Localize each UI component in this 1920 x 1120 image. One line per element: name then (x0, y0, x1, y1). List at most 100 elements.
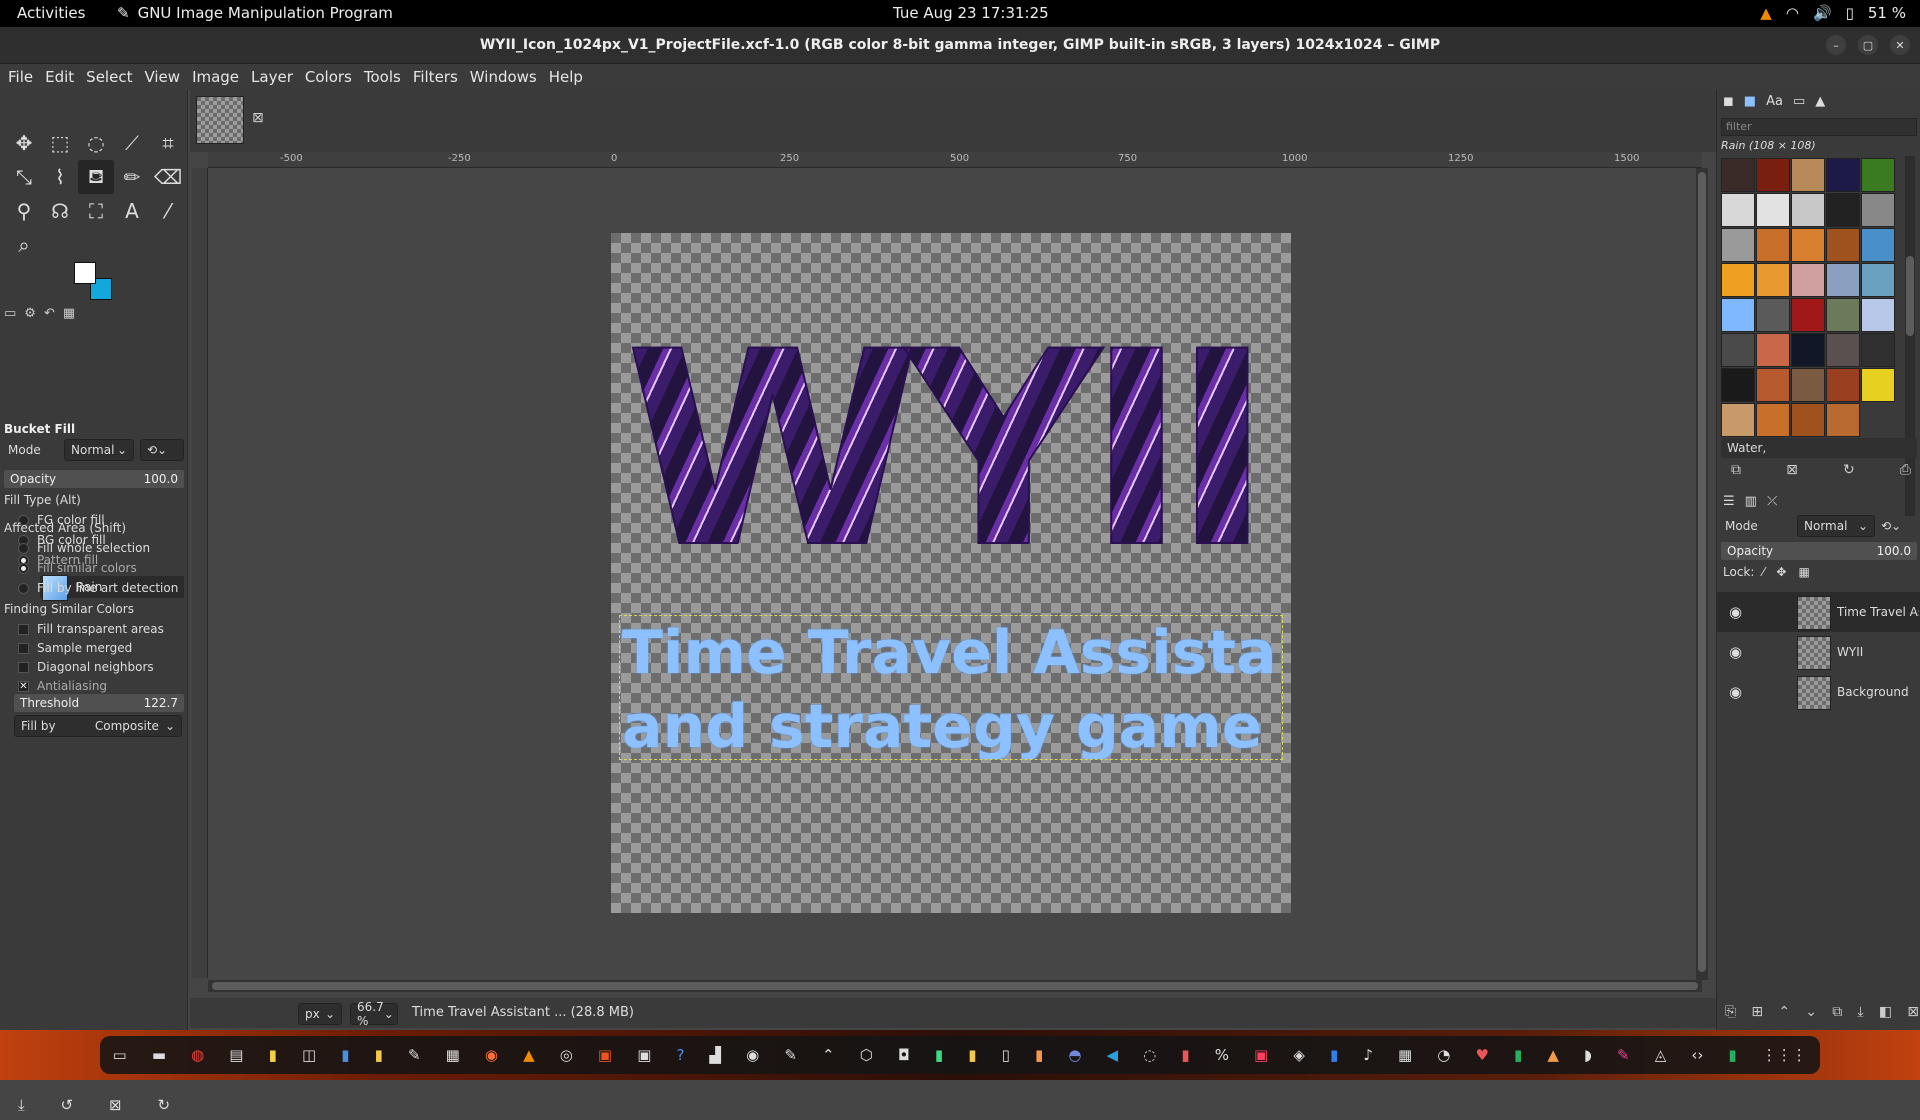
scale-tool-icon[interactable]: ⤡ (6, 160, 42, 194)
camera-icon[interactable]: ◉ (746, 1046, 759, 1064)
brushes-tab-icon[interactable]: ◼ (1723, 94, 1734, 109)
vlc-icon[interactable]: ▲ (523, 1046, 535, 1064)
brush-app-icon[interactable]: ✎ (1617, 1046, 1630, 1064)
pattern-swatch[interactable] (1826, 298, 1860, 332)
settings-icon[interactable]: ▣ (637, 1046, 651, 1064)
menu-filters[interactable]: Filters (413, 68, 458, 86)
layer-row[interactable]: ◉ Time Travel As (1717, 592, 1920, 632)
lower-layer-icon[interactable]: ⌄ (1805, 1004, 1817, 1020)
zoom-tool-icon[interactable]: ⌕ (6, 228, 42, 262)
steam-icon[interactable]: ◌ (1143, 1046, 1156, 1064)
pattern-swatch[interactable] (1861, 298, 1895, 332)
firefox-icon[interactable]: ◉ (485, 1046, 498, 1064)
pattern-swatch[interactable] (1826, 193, 1860, 227)
fill-by-dropdown[interactable]: Fill by Composite ⌄ (14, 715, 182, 737)
pattern-swatch[interactable] (1756, 368, 1790, 402)
undo-history-tab-icon[interactable]: ↶ (44, 306, 55, 326)
sample-merged-checkbox[interactable]: Sample merged (4, 638, 184, 658)
pattern-tag-dropdown[interactable]: Water, (1721, 438, 1917, 458)
rect-select-tool-icon[interactable]: ⬚ (42, 126, 78, 160)
calculator-icon[interactable]: ▦ (446, 1046, 460, 1064)
clock-app-icon[interactable]: ◔ (1437, 1046, 1450, 1064)
patterns-tab-icon[interactable]: ■ (1744, 94, 1756, 109)
smudge-tool-icon[interactable]: ☊ (42, 194, 78, 228)
close-image-icon[interactable]: ⊠ (252, 110, 264, 126)
pattern-swatch[interactable] (1791, 158, 1825, 192)
battery-icon[interactable]: ▯ (1846, 4, 1854, 22)
terminal-icon[interactable]: ▭ (113, 1046, 127, 1064)
crop-tool-icon[interactable]: ⌗ (150, 126, 186, 160)
open-pattern-icon[interactable]: ⎙ (1900, 462, 1911, 478)
document-history-tab-icon[interactable]: ▭ (1793, 94, 1805, 109)
store-icon[interactable]: ▣ (598, 1046, 612, 1064)
archive-icon[interactable]: ▮ (968, 1046, 976, 1064)
pattern-swatch[interactable] (1861, 263, 1895, 297)
menu-edit[interactable]: Edit (45, 68, 74, 86)
vertical-ruler[interactable] (192, 168, 208, 978)
canvas-viewport[interactable]: WYII Time Travel Assistant and strategy … (208, 168, 1702, 980)
volume-icon[interactable]: 🔊 (1813, 4, 1832, 22)
pattern-swatch[interactable] (1791, 193, 1825, 227)
lock-position-icon[interactable]: ✥ (1776, 565, 1786, 579)
pattern-swatch[interactable] (1756, 298, 1790, 332)
refresh-patterns-icon[interactable]: ↻ (1843, 462, 1855, 478)
fire-icon[interactable]: ▲ (1547, 1046, 1559, 1064)
pattern-swatch[interactable] (1756, 263, 1790, 297)
pattern-swatch[interactable] (1861, 368, 1895, 402)
show-apps-icon[interactable]: ⋮⋮⋮ (1762, 1046, 1807, 1064)
menu-file[interactable]: File (8, 68, 33, 86)
scrollbar-thumb[interactable] (1906, 256, 1914, 336)
pattern-swatch[interactable] (1861, 228, 1895, 262)
pattern-swatch[interactable] (1756, 193, 1790, 227)
heart-icon[interactable]: ♥ (1475, 1046, 1488, 1064)
android-icon[interactable]: ▮ (935, 1046, 943, 1064)
restore-options-icon[interactable]: ↺ (61, 1096, 74, 1114)
new-layer-icon[interactable]: ⎘ (1725, 1004, 1736, 1020)
merge-layer-icon[interactable]: ⤓ (1857, 1004, 1863, 1020)
virtualbox-icon[interactable]: ▦ (1398, 1046, 1412, 1064)
layer-row[interactable]: ◉ Background (1717, 672, 1920, 712)
bucket-fill-tool-icon[interactable]: ⛾ (78, 160, 114, 194)
clock[interactable]: Tue Aug 23 17:31:25 (893, 4, 1049, 22)
screenshot-icon[interactable]: ◫ (302, 1046, 316, 1064)
delete-pattern-icon[interactable]: ⊠ (1786, 462, 1798, 478)
spreadsheet-icon[interactable]: ▮ (375, 1046, 383, 1064)
layers-tab-icon[interactable]: ☰ (1723, 494, 1735, 509)
menu-select[interactable]: Select (86, 68, 132, 86)
vertical-scrollbar[interactable] (1696, 168, 1708, 980)
menu-image[interactable]: Image (192, 68, 239, 86)
pattern-swatch[interactable] (1826, 333, 1860, 367)
writer-icon[interactable]: ✎ (408, 1046, 421, 1064)
time-travel-text-layer[interactable]: Time Travel Assistant and strategy game (619, 615, 1283, 760)
pattern-swatch[interactable] (1791, 228, 1825, 262)
pattern-swatch[interactable] (1791, 333, 1825, 367)
pattern-swatch[interactable] (1861, 333, 1895, 367)
pdf-icon[interactable]: ▯ (1002, 1046, 1010, 1064)
fill-line-art-radio[interactable]: Fill by line art detection (4, 578, 184, 598)
sync-icon[interactable]: ◬ (1655, 1046, 1667, 1064)
pattern-swatch[interactable] (1791, 403, 1825, 437)
scrollbar-thumb[interactable] (212, 982, 1698, 990)
battery-percent[interactable]: 51 % (1868, 4, 1906, 22)
fill-whole-selection-radio[interactable]: Fill whole selection (4, 538, 184, 558)
pattern-swatch[interactable] (1826, 158, 1860, 192)
opacity-slider[interactable]: Opacity 100.0 (4, 470, 184, 488)
diagonal-neighbors-checkbox[interactable]: Diagonal neighbors (4, 657, 184, 677)
pattern-swatch[interactable] (1721, 228, 1755, 262)
warp-tool-icon[interactable]: ⌇ (42, 160, 78, 194)
layer-row[interactable]: ◉ WYII (1717, 632, 1920, 672)
horizontal-ruler[interactable]: -500 -250 0 250 500 750 1000 1250 1500 (208, 152, 1702, 168)
notes-icon[interactable]: ▮ (269, 1046, 277, 1064)
percent-icon[interactable]: % (1215, 1046, 1229, 1064)
unit-dropdown[interactable]: px ⌄ (298, 1003, 342, 1025)
obs-icon[interactable]: ◎ (560, 1046, 573, 1064)
menu-colors[interactable]: Colors (305, 68, 352, 86)
lock-alpha-icon[interactable]: ▦ (1798, 565, 1809, 579)
pattern-swatch[interactable] (1721, 333, 1755, 367)
move-tool-icon[interactable]: ✥ (6, 126, 42, 160)
duplicate-layer-icon[interactable]: ⧉ (1832, 1004, 1842, 1020)
new-group-icon[interactable]: ⊞ (1751, 1004, 1763, 1020)
fuzzy-select-tool-icon[interactable]: ⟋ (114, 126, 150, 160)
discord-icon[interactable]: ◓ (1068, 1046, 1081, 1064)
pattern-swatch[interactable] (1721, 263, 1755, 297)
